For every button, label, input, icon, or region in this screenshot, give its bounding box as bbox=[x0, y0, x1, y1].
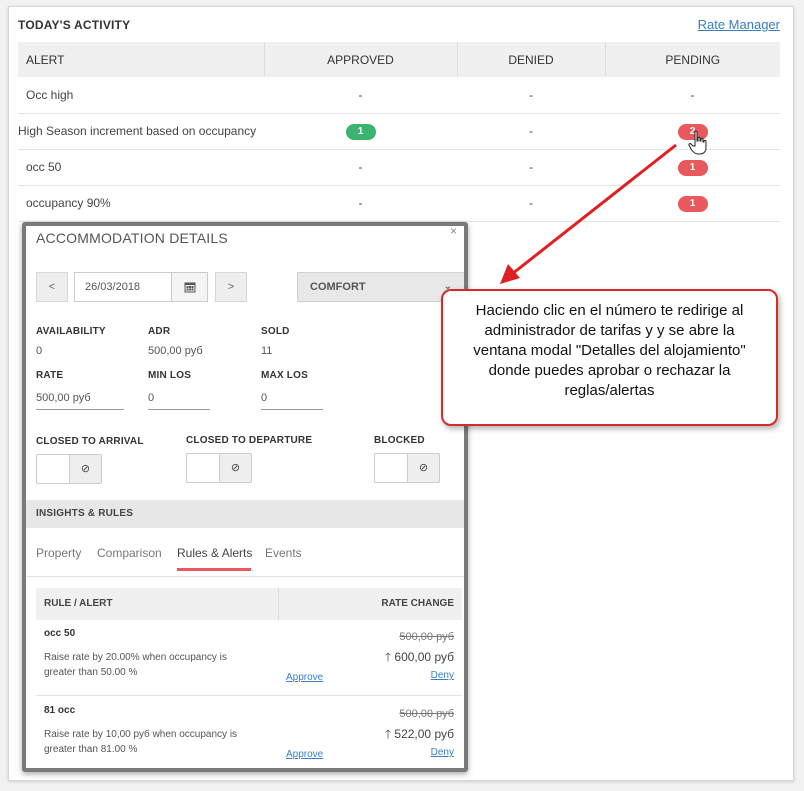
new-rate: 🡑 522,00 руб bbox=[385, 725, 454, 746]
denied-count: - bbox=[457, 185, 605, 222]
sold-value: 11 bbox=[261, 345, 273, 357]
table-row: occupancy 90% - - 1 bbox=[18, 185, 780, 222]
tab-property[interactable]: Property bbox=[36, 546, 81, 560]
previous-date-button[interactable]: < bbox=[36, 272, 68, 302]
deny-link[interactable]: Deny bbox=[431, 747, 454, 758]
approved-cell: 1 bbox=[264, 113, 457, 150]
close-icon[interactable]: × bbox=[450, 226, 457, 238]
alert-name: Occ high bbox=[18, 77, 264, 114]
blocked-icon: ⊘ bbox=[219, 454, 251, 482]
closed-to-departure-toggle[interactable]: ⊘ bbox=[186, 453, 252, 483]
approved-count: - bbox=[264, 149, 457, 186]
annotation-callout: Haciendo clic en el número te redirige a… bbox=[441, 289, 778, 426]
calendar-button[interactable] bbox=[172, 272, 208, 302]
denied-count: - bbox=[457, 77, 605, 114]
pending-badge[interactable]: 1 bbox=[677, 195, 708, 212]
arrow-up-icon: 🡑 bbox=[384, 650, 395, 664]
rule-description: Raise rate by 20.00% when occupancy is g… bbox=[44, 652, 227, 678]
rate-input[interactable]: 500,00 руб bbox=[36, 390, 124, 410]
rate-change-column-header: RATE CHANGE bbox=[381, 598, 454, 609]
calendar-icon bbox=[184, 282, 195, 293]
approve-link[interactable]: Approve bbox=[286, 749, 323, 760]
min-los-input[interactable]: 0 bbox=[148, 390, 210, 410]
alert-name: occupancy 90% bbox=[18, 185, 264, 222]
column-header-denied: DENIED bbox=[456, 42, 605, 77]
activity-table: ALERT APPROVED DENIED PENDING Occ high -… bbox=[18, 42, 780, 222]
closed-to-arrival-label: CLOSED TO ARRIVAL bbox=[36, 436, 144, 447]
date-input[interactable]: 26/03/2018 bbox=[74, 272, 172, 302]
approved-count: - bbox=[264, 185, 457, 222]
table-row: High Season increment based on occupancy… bbox=[18, 113, 780, 150]
table-row: occ 50 - - 1 bbox=[18, 149, 780, 186]
rule-description: Raise rate by 10,00 руб when occupancy i… bbox=[44, 729, 238, 755]
blocked-label: BLOCKED bbox=[374, 435, 425, 446]
column-separator bbox=[278, 588, 279, 620]
alert-name: High Season increment based on occupancy bbox=[18, 113, 264, 150]
closed-to-arrival-toggle[interactable]: ⊘ bbox=[36, 454, 102, 484]
pending-cell: 1 bbox=[605, 185, 780, 222]
new-rate: 🡑 600,00 руб bbox=[385, 648, 454, 669]
alert-name: occ 50 bbox=[18, 149, 264, 186]
rule-divider bbox=[36, 695, 462, 696]
pending-count: - bbox=[605, 77, 780, 114]
modal-title: ACCOMMODATION DETAILS bbox=[36, 230, 228, 246]
denied-count: - bbox=[457, 149, 605, 186]
adr-label: ADR bbox=[148, 326, 171, 337]
accommodation-details-modal: ACCOMMODATION DETAILS × < 26/03/2018 > C… bbox=[22, 222, 468, 772]
rule-row: 81 occ Raise rate by 10,00 руб when occu… bbox=[36, 705, 462, 768]
pending-badge[interactable]: 1 bbox=[677, 159, 708, 176]
max-los-label: MAX LOS bbox=[261, 370, 308, 381]
tab-rules-alerts[interactable]: Rules & Alerts bbox=[177, 546, 252, 560]
arrow-up-icon: 🡑 bbox=[384, 727, 395, 741]
rules-table-header: RULE / ALERT RATE CHANGE bbox=[36, 588, 462, 620]
rule-name: 81 occ bbox=[44, 705, 76, 716]
active-tab-indicator bbox=[177, 568, 251, 571]
rule-alert-column-header: RULE / ALERT bbox=[44, 598, 113, 609]
insights-section-header: INSIGHTS & RULES bbox=[26, 500, 464, 528]
sold-label: SOLD bbox=[261, 326, 290, 337]
adr-value: 500,00 руб bbox=[148, 345, 203, 357]
table-row: Occ high - - - bbox=[18, 77, 780, 114]
rate-label: RATE bbox=[36, 370, 64, 381]
blocked-toggle[interactable]: ⊘ bbox=[374, 453, 440, 483]
availability-label: AVAILABILITY bbox=[36, 326, 106, 337]
max-los-input[interactable]: 0 bbox=[261, 390, 323, 410]
availability-value: 0 bbox=[36, 345, 43, 357]
column-header-approved: APPROVED bbox=[263, 42, 457, 77]
hand-cursor-icon bbox=[688, 130, 707, 155]
approved-count: - bbox=[264, 77, 457, 114]
deny-link[interactable]: Deny bbox=[431, 670, 454, 681]
min-los-label: MIN LOS bbox=[148, 370, 192, 381]
tab-comparison[interactable]: Comparison bbox=[97, 546, 162, 560]
rate-manager-link[interactable]: Rate Manager bbox=[698, 17, 780, 32]
rule-row: occ 50 Raise rate by 20.00% when occupan… bbox=[36, 628, 462, 694]
denied-count: - bbox=[457, 113, 605, 150]
table-header-row: ALERT APPROVED DENIED PENDING bbox=[18, 42, 780, 77]
room-type-value: COMFORT bbox=[310, 281, 366, 293]
rule-name: occ 50 bbox=[44, 628, 76, 639]
closed-to-departure-label: CLOSED TO DEPARTURE bbox=[186, 435, 313, 446]
approved-badge[interactable]: 1 bbox=[345, 123, 376, 140]
new-rate-value: 522,00 руб bbox=[394, 727, 454, 741]
section-title: TODAY'S ACTIVITY bbox=[18, 18, 131, 32]
tab-events[interactable]: Events bbox=[265, 546, 302, 560]
tabs-divider bbox=[26, 576, 464, 577]
column-header-alert: ALERT bbox=[18, 42, 264, 77]
column-header-pending: PENDING bbox=[604, 42, 780, 77]
new-rate-value: 600,00 руб bbox=[394, 650, 454, 664]
blocked-icon: ⊘ bbox=[407, 454, 439, 482]
approve-link[interactable]: Approve bbox=[286, 672, 323, 683]
old-rate: 500,00 руб bbox=[399, 631, 454, 643]
old-rate: 500,00 руб bbox=[399, 708, 454, 720]
next-date-button[interactable]: > bbox=[215, 272, 247, 302]
blocked-icon: ⊘ bbox=[69, 455, 101, 483]
